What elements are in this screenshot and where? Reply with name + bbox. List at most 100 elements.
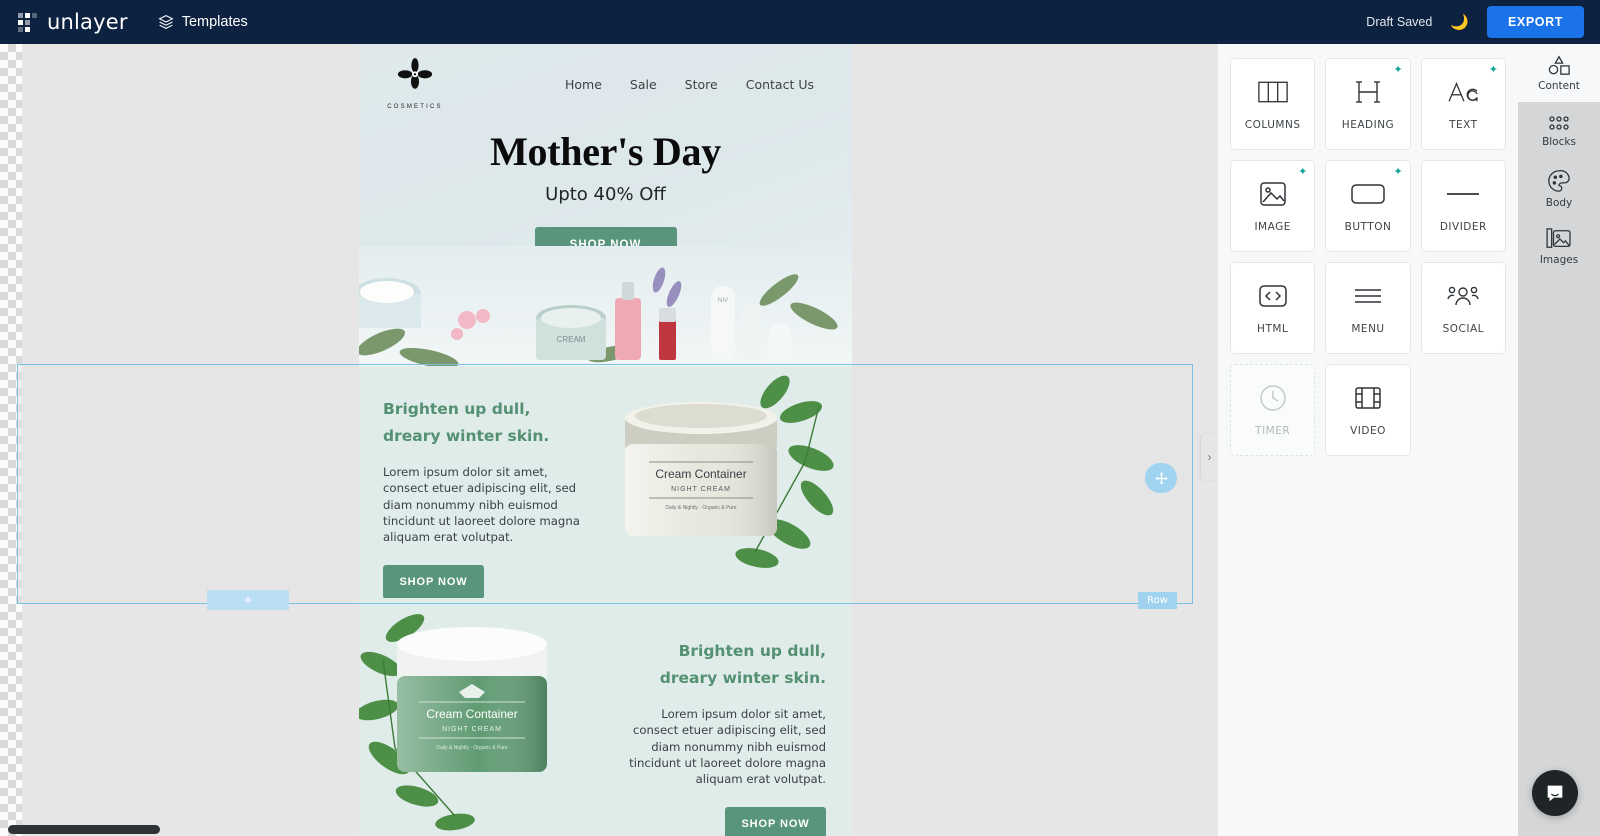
svg-text:Cream Container: Cream Container xyxy=(426,707,517,721)
ai-sparkle-icon: ✦ xyxy=(1298,166,1308,178)
svg-text:NIGHT CREAM: NIGHT CREAM xyxy=(671,486,731,493)
social-icon xyxy=(1447,281,1480,311)
tool-tile-social[interactable]: SOCIAL xyxy=(1420,262,1506,354)
selection-dim-right xyxy=(852,365,1193,603)
tool-tile-button[interactable]: ✦ BUTTON xyxy=(1325,160,1411,252)
flower-logo-icon xyxy=(397,58,433,89)
tool-label: HTML xyxy=(1257,323,1289,335)
row-2-text-column[interactable]: Brighten up dull, dreary winter skin. Lo… xyxy=(606,598,852,836)
tab-content[interactable]: Content xyxy=(1518,44,1600,102)
tool-tile-timer: TIMER xyxy=(1230,364,1316,456)
tool-label: COLUMNS xyxy=(1244,119,1301,131)
top-bar: unlayer Templates Draft Saved 🌙 EXPORT xyxy=(0,0,1600,44)
support-chat-button[interactable] xyxy=(1532,770,1578,816)
panel-toggle-button[interactable]: › xyxy=(1201,434,1218,480)
email-template: COSMETICS Home Sale Store Contact Us Mot… xyxy=(359,44,852,836)
tool-tile-divider[interactable]: DIVIDER xyxy=(1420,160,1506,252)
row-1-text-column[interactable]: Brighten up dull, dreary winter skin. Lo… xyxy=(359,366,605,599)
row-2-heading: Brighten up dull, dreary winter skin. xyxy=(659,642,826,688)
heading-icon xyxy=(1355,77,1381,107)
svg-text:Daily & Nightly · Organic &: Daily & Nightly · Organic & Pure xyxy=(436,745,507,751)
tool-tile-menu[interactable]: MENU xyxy=(1325,262,1411,354)
image-icon xyxy=(1259,179,1287,209)
row-1-body-text: Lorem ipsum dolor sit amet, consect etue… xyxy=(383,465,580,544)
ai-sparkle-icon: ✦ xyxy=(1393,166,1403,178)
row-2-shop-now-button[interactable]: SHOP NOW xyxy=(725,806,826,836)
tool-tile-image[interactable]: ✦ IMAGE xyxy=(1230,160,1316,252)
tool-tile-video[interactable]: VIDEO xyxy=(1325,364,1411,456)
templates-button[interactable]: Templates xyxy=(158,14,248,30)
content-row-2[interactable]: Cream Container NIGHT CREAM Daily & Nigh… xyxy=(359,598,852,836)
dots-grid-icon xyxy=(1549,116,1569,130)
tab-images[interactable]: Images xyxy=(1518,218,1600,276)
row-2-body-text: Lorem ipsum dolor sit amet, consect etue… xyxy=(629,707,826,786)
moon-icon[interactable]: 🌙 xyxy=(1450,15,1469,30)
row-1-shop-now-button[interactable]: SHOP NOW xyxy=(383,564,484,599)
row-1-image-column[interactable]: Cream Container NIGHT CREAM Daily & Nigh… xyxy=(605,366,852,598)
clock-icon xyxy=(1259,383,1287,413)
chat-bubble-icon xyxy=(1547,785,1563,802)
nav-link-store[interactable]: Store xyxy=(685,77,718,92)
cosmetics-logo: COSMETICS xyxy=(379,58,451,110)
tool-label: IMAGE xyxy=(1254,221,1291,233)
svg-text:CREAM: CREAM xyxy=(557,335,586,344)
tool-label: BUTTON xyxy=(1344,221,1392,233)
row-label-badge[interactable]: Row xyxy=(1138,592,1177,609)
palette-icon xyxy=(1548,170,1570,192)
tool-tile-columns[interactable]: COLUMNS xyxy=(1230,58,1316,150)
video-icon xyxy=(1354,383,1382,413)
tab-label: Blocks xyxy=(1542,136,1576,148)
tool-label: MENU xyxy=(1351,323,1385,335)
chevron-right-icon: › xyxy=(1207,450,1212,464)
hero-subtitle: Upto 40% Off xyxy=(545,184,666,205)
text-icon xyxy=(1446,77,1480,107)
svg-text:Daily & Nightly · Organic &: Daily & Nightly · Organic & Pure xyxy=(665,505,736,511)
export-button[interactable]: EXPORT xyxy=(1487,6,1584,38)
tab-label: Images xyxy=(1539,254,1579,266)
content-tools-panel: COLUMNS ✦ HEADING ✦ TEXT ✦ IMAGE ✦ BUTTO… xyxy=(1218,44,1518,836)
layers-icon xyxy=(158,14,174,30)
draft-status: Draft Saved xyxy=(1366,15,1433,29)
svg-text:Cream Container: Cream Container xyxy=(655,467,746,481)
button-icon xyxy=(1351,179,1385,209)
unlayer-logo-icon xyxy=(18,12,38,32)
add-row-button[interactable]: + xyxy=(207,590,289,610)
tool-tile-html[interactable]: HTML xyxy=(1230,262,1316,354)
email-nav: Home Sale Store Contact Us xyxy=(565,77,824,92)
tab-body[interactable]: Body xyxy=(1518,160,1600,218)
horizontal-scrollbar[interactable] xyxy=(8,825,160,834)
code-icon xyxy=(1258,281,1287,311)
hero-section[interactable]: COSMETICS Home Sale Store Contact Us Mot… xyxy=(359,44,852,366)
tool-tile-text[interactable]: ✦ TEXT xyxy=(1420,58,1506,150)
unlayer-email-editor: unlayer Templates Draft Saved 🌙 EXPORT C… xyxy=(0,0,1600,836)
email-header: COSMETICS Home Sale Store Contact Us xyxy=(359,44,852,110)
editor-canvas[interactable]: COSMETICS Home Sale Store Contact Us Mot… xyxy=(0,44,1218,836)
brand-name: unlayer xyxy=(47,10,128,34)
columns-icon xyxy=(1257,77,1288,107)
nav-link-sale[interactable]: Sale xyxy=(630,77,657,92)
nav-link-home[interactable]: Home xyxy=(565,77,602,92)
svg-text:NIV: NIV xyxy=(718,298,728,304)
nav-link-contact-us[interactable]: Contact Us xyxy=(746,77,814,92)
row-drag-handle[interactable] xyxy=(1145,463,1177,493)
tool-label: TEXT xyxy=(1449,119,1478,131)
canvas-transparency-strip xyxy=(0,44,22,836)
tab-blocks[interactable]: Blocks xyxy=(1518,102,1600,160)
panel-tabs: Content Blocks Body Images xyxy=(1518,44,1600,836)
tool-tile-heading[interactable]: ✦ HEADING xyxy=(1325,58,1411,150)
hero-product-photo: CREAM NIV xyxy=(359,246,852,366)
tab-label: Body xyxy=(1545,197,1573,209)
app-logo[interactable]: unlayer xyxy=(12,10,132,34)
row-2-image-column[interactable]: Cream Container NIGHT CREAM Daily & Nigh… xyxy=(359,598,606,836)
top-bar-actions: Draft Saved 🌙 EXPORT xyxy=(1366,6,1588,38)
tool-label: VIDEO xyxy=(1350,425,1386,437)
logo-wordmark: COSMETICS xyxy=(387,104,443,110)
templates-label: Templates xyxy=(181,14,248,30)
tool-label: TIMER xyxy=(1255,425,1291,437)
content-tiles-grid: COLUMNS ✦ HEADING ✦ TEXT ✦ IMAGE ✦ BUTTO… xyxy=(1230,58,1506,456)
divider-icon xyxy=(1446,179,1480,209)
tool-label: DIVIDER xyxy=(1439,221,1487,233)
tool-label: HEADING xyxy=(1341,119,1395,131)
content-row-1[interactable]: Brighten up dull, dreary winter skin. Lo… xyxy=(359,366,852,599)
row-1-heading: Brighten up dull, dreary winter skin. xyxy=(383,400,550,446)
